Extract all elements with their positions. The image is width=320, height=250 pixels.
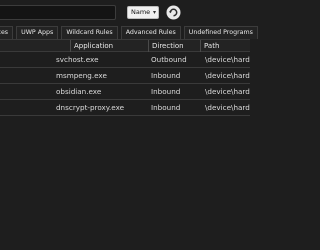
tab-advanced-rules[interactable]: Advanced Rules: [120, 26, 181, 39]
toolbar: Name ▾: [0, 0, 250, 26]
cell-application: obsidian.exe: [56, 87, 102, 96]
cell-direction: Inbound: [151, 71, 181, 80]
cell-direction: Outbound: [151, 55, 187, 64]
sort-select[interactable]: Name ▾: [127, 6, 159, 19]
cell-direction: Inbound: [151, 87, 181, 96]
cell-application: svchost.exe: [56, 55, 99, 64]
tab-wildcard-rules[interactable]: Wildcard Rules: [61, 26, 118, 39]
cell-path: \device\harddi: [205, 55, 250, 64]
cell-path: \device\harddi: [205, 103, 250, 112]
table-header: Application Direction Path: [0, 40, 250, 52]
tab-undefined-programs[interactable]: Undefined Programs: [183, 26, 258, 39]
cell-path: \device\harddi: [205, 87, 250, 96]
tab-devices[interactable]: vices: [0, 26, 14, 39]
chevron-down-icon: ▾: [152, 9, 156, 16]
table-row[interactable]: msmpeng.exe Inbound \device\harddi: [0, 68, 250, 84]
column-header-path[interactable]: Path: [200, 40, 250, 52]
rules-table: Application Direction Path svchost.exe O…: [0, 39, 250, 250]
column-header-direction[interactable]: Direction: [148, 40, 200, 52]
cell-path: \device\harddi: [205, 71, 250, 80]
table-row[interactable]: obsidian.exe Inbound \device\harddi: [0, 84, 250, 100]
search-input[interactable]: [0, 5, 116, 20]
refresh-button[interactable]: [166, 5, 181, 20]
table-row[interactable]: dnscrypt-proxy.exe Inbound \device\hardd…: [0, 100, 250, 116]
tab-uwp-apps[interactable]: UWP Apps: [16, 26, 59, 39]
column-header-application[interactable]: Application: [70, 40, 150, 52]
refresh-icon: [166, 5, 181, 20]
cell-application: dnscrypt-proxy.exe: [56, 103, 125, 112]
cell-direction: Inbound: [151, 103, 181, 112]
sort-select-label: Name: [131, 8, 151, 16]
cell-application: msmpeng.exe: [56, 71, 107, 80]
rule-tabs: vices UWP Apps Wildcard Rules Advanced R…: [0, 26, 258, 39]
table-row[interactable]: svchost.exe Outbound \device\harddi: [0, 52, 250, 68]
